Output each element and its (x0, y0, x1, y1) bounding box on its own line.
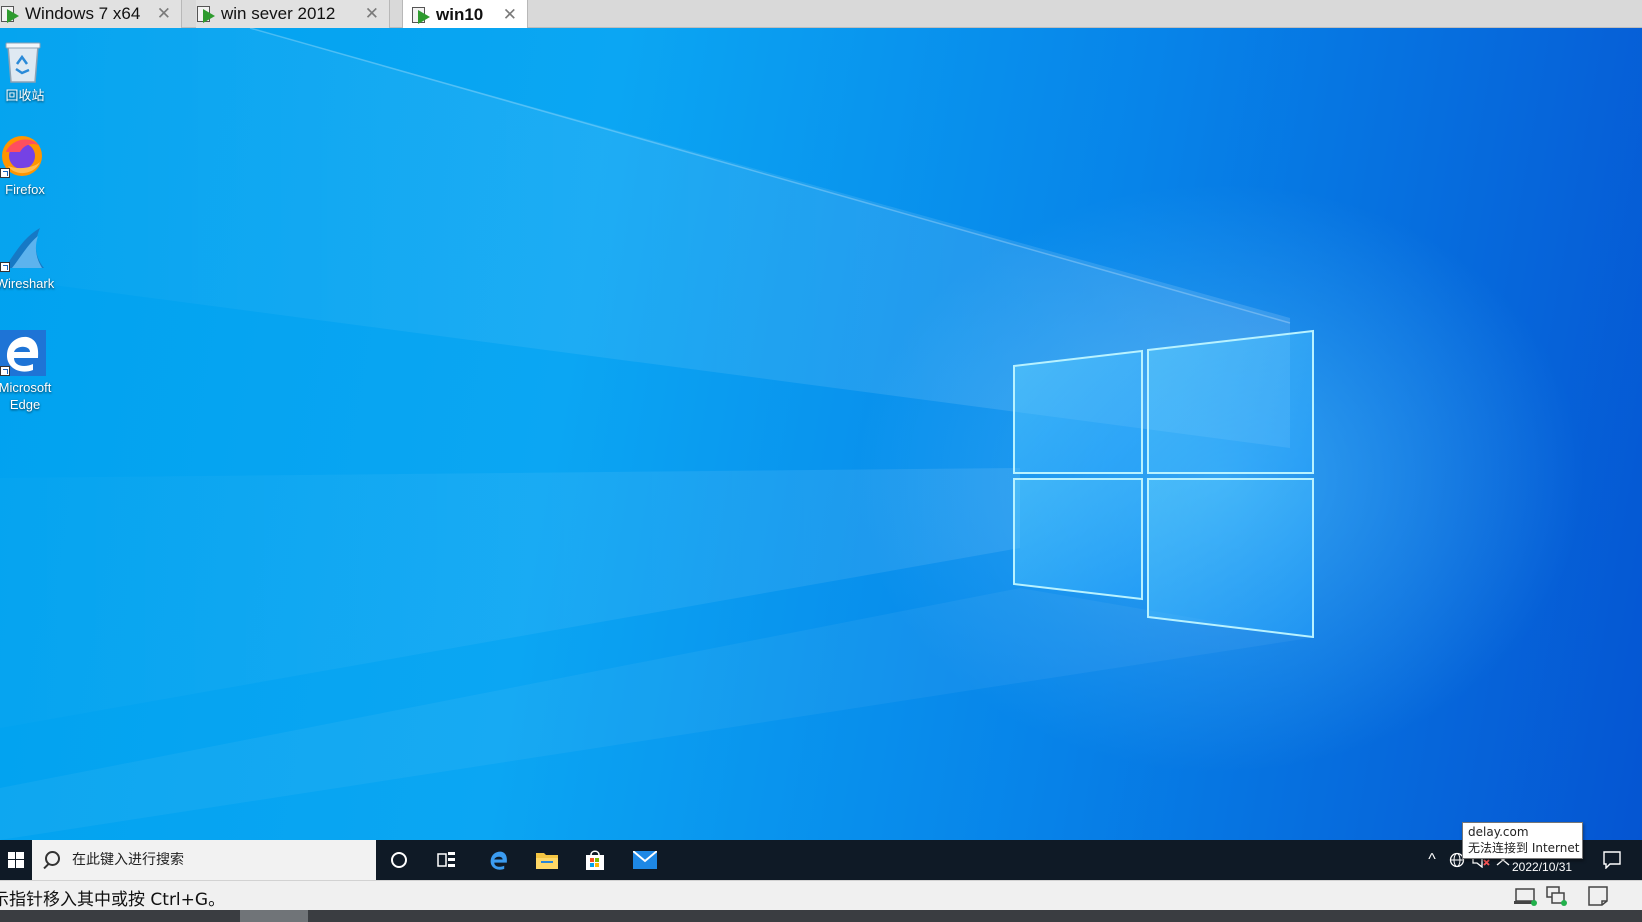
desktop-icon-recycle-bin[interactable]: 回收站 (0, 38, 56, 104)
desktop[interactable]: 回收站 Firefox Wireshark Microsoft Edge (0, 28, 1642, 840)
taskbar-file-explorer-button[interactable] (524, 840, 570, 880)
taskbar-search-box[interactable] (32, 840, 376, 880)
store-icon (586, 850, 604, 870)
tab-windows-7-x64[interactable]: Windows 7 x64 ✕ (0, 0, 182, 28)
desktop-icon-label: Firefox (5, 182, 45, 197)
desktop-icon-wireshark[interactable]: Wireshark (0, 226, 56, 292)
notification-icon (1603, 851, 1621, 869)
vm-running-icon (411, 5, 431, 25)
tab-label: win10 (436, 4, 484, 24)
wireshark-fin-icon (0, 226, 46, 272)
vm-running-icon (196, 4, 216, 24)
start-button[interactable] (0, 840, 32, 880)
vm-status-bar: 示指针移入其中或按 Ctrl+G。 (0, 880, 1642, 910)
wallpaper-light-beams (0, 28, 1310, 840)
message-log-icon[interactable] (1586, 885, 1610, 907)
edge-icon (0, 330, 46, 376)
action-center-button[interactable] (1596, 840, 1628, 880)
taskbar-date[interactable]: 2022/10/31 (1512, 860, 1572, 874)
desktop-icon-microsoft-edge[interactable]: Microsoft Edge (0, 330, 56, 413)
search-input[interactable] (72, 852, 352, 868)
edge-icon (490, 851, 507, 870)
task-view-button[interactable] (424, 840, 470, 880)
tab-win10[interactable]: win10 ✕ (402, 0, 528, 29)
mail-icon (633, 851, 657, 869)
tooltip-domain: delay.com (1468, 825, 1529, 839)
status-message: 示指针移入其中或按 Ctrl+G。 (0, 890, 226, 910)
firefox-icon (0, 132, 46, 178)
shortcut-arrow-icon (0, 366, 10, 376)
taskbar-edge-button[interactable] (476, 840, 522, 880)
vm-tab-bar: Windows 7 x64 ✕ win sever 2012 ✕ win10 ✕ (0, 0, 1642, 29)
close-icon[interactable]: ✕ (365, 4, 379, 24)
network-tooltip: delay.com 无法连接到 Internet (1462, 822, 1583, 859)
cortana-icon (391, 852, 407, 868)
scroll-thumb[interactable] (240, 910, 308, 922)
taskbar-store-button[interactable] (572, 840, 618, 880)
desktop-icon-firefox[interactable]: Firefox (0, 132, 56, 198)
recycle-bin-icon (0, 38, 46, 84)
search-icon (42, 851, 60, 869)
chevron-up-icon: ^ (1428, 851, 1436, 868)
host-scroll-bar[interactable] (0, 910, 1642, 922)
desktop-icon-label: 回收站 (5, 88, 45, 103)
file-explorer-icon (536, 853, 558, 869)
cortana-button[interactable] (376, 840, 422, 880)
show-hidden-icons-button[interactable]: ^ (1421, 840, 1443, 880)
taskbar-mail-button[interactable] (622, 840, 668, 880)
desktop-icon-label: Wireshark (0, 276, 55, 291)
tab-label: Windows 7 x64 (25, 4, 141, 23)
shortcut-arrow-icon (0, 262, 10, 272)
desktop-icon-label: Microsoft Edge (0, 380, 52, 412)
tab-win-sever-2012[interactable]: win sever 2012 ✕ (196, 0, 390, 28)
tooltip-status: 无法连接到 Internet (1468, 841, 1580, 855)
windows-start-icon (8, 852, 24, 868)
close-icon[interactable]: ✕ (503, 5, 517, 25)
close-icon[interactable]: ✕ (157, 4, 171, 24)
taskbar: ^ 2022/10/31 (0, 840, 1642, 880)
shortcut-arrow-icon (0, 168, 10, 178)
windows-logo-wallpaper (1013, 329, 1314, 638)
device-status-icon[interactable] (1544, 885, 1568, 907)
network-adapter-status-icon[interactable] (1514, 885, 1538, 907)
vm-running-icon (0, 4, 20, 24)
tab-label: win sever 2012 (221, 4, 336, 23)
task-view-icon (437, 852, 455, 867)
